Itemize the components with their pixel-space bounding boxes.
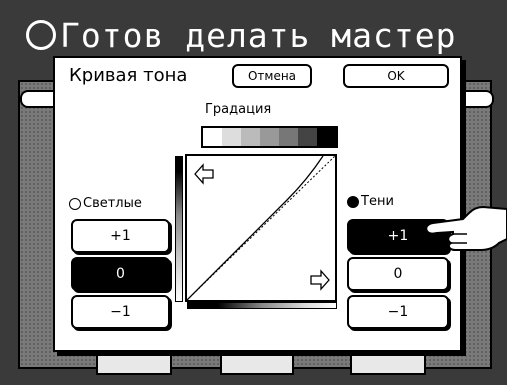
shadows-label: Тени xyxy=(347,194,394,209)
arrow-right-icon xyxy=(310,269,330,291)
dialog-title: Кривая тона xyxy=(69,65,188,86)
radio-icon xyxy=(26,19,56,50)
screen-title-text: Готов делать мастер xyxy=(60,16,457,55)
sun-filled-icon xyxy=(347,195,359,208)
arrow-left-icon xyxy=(194,163,214,185)
highlights-label: Светлые xyxy=(69,196,142,211)
highlights-minus-one-button[interactable]: −1 xyxy=(71,295,170,329)
screen-title: Готов делать мастер xyxy=(26,18,457,54)
sun-outline-icon xyxy=(69,197,81,210)
screen: Готов делать мастер Кривая тона Отмена O… xyxy=(0,0,507,385)
cancel-button[interactable]: Отмена xyxy=(232,64,312,88)
horizontal-gradient-scale xyxy=(187,302,337,309)
gradation-label: Градация xyxy=(205,102,272,117)
highlights-label-text: Светлые xyxy=(83,196,142,211)
gradation-bar xyxy=(201,126,338,148)
tone-curve-dialog: Кривая тона Отмена OK Градация Светлые +… xyxy=(53,56,462,352)
highlights-plus-one-button[interactable]: +1 xyxy=(71,219,170,253)
shadows-zero-button[interactable]: 0 xyxy=(347,257,449,291)
tone-curve-svg xyxy=(187,156,335,300)
pointing-hand-icon xyxy=(425,205,507,251)
shadows-minus-one-button[interactable]: −1 xyxy=(347,295,449,329)
shadows-label-text: Тени xyxy=(361,194,394,209)
vertical-gradient-scale xyxy=(175,156,183,302)
highlights-zero-button[interactable]: 0 xyxy=(71,257,170,291)
ok-button[interactable]: OK xyxy=(343,64,449,88)
tone-curve-graph xyxy=(175,154,337,309)
